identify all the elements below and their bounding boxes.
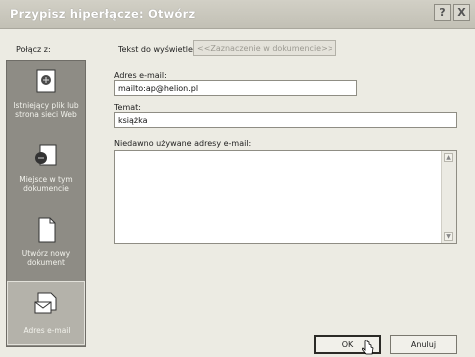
scroll-down-icon[interactable]: ▼ (444, 232, 453, 241)
email-address-icon (34, 292, 57, 314)
sidebar-item-label: Istniejący plik lub strona sieci Web (13, 101, 79, 119)
sidebar-item-label: Miejsce w tym dokumencie (19, 175, 73, 193)
email-label: Adres e-mail: (114, 71, 167, 80)
display-text-input[interactable] (193, 40, 336, 56)
sidebar-item-label: Adres e-mail (23, 326, 71, 335)
hyperlink-dialog: Przypisz hiperłącze: Otwórz ? X Połącz z… (0, 0, 475, 357)
sidebar-item-existing-file[interactable]: Istniejący plik lub strona sieci Web (7, 63, 85, 131)
place-in-document-icon (35, 144, 57, 166)
sidebar-item-new-document[interactable]: Utwórz nowy dokument (7, 207, 85, 273)
sidebar-item-place-in-document[interactable]: Miejsce w tym dokumencie (7, 135, 85, 201)
sidebar-item-label: Utwórz nowy dokument (21, 249, 71, 267)
title-bar: Przypisz hiperłącze: Otwórz ? X (0, 0, 475, 29)
mouse-pointer-icon (362, 340, 374, 355)
scroll-up-icon[interactable]: ▲ (444, 153, 453, 162)
recent-emails-label: Niedawno używane adresy e-mail: (114, 139, 252, 148)
link-to-label: Połącz z: (16, 45, 51, 54)
recent-emails-list[interactable]: ▲ ▼ (114, 150, 457, 244)
link-type-sidebar: Istniejący plik lub strona sieci Web Mie… (6, 60, 86, 347)
help-button[interactable]: ? (434, 4, 451, 21)
existing-file-icon (36, 69, 56, 93)
email-field[interactable] (114, 80, 357, 96)
new-document-icon (38, 217, 56, 243)
sidebar-item-email-address[interactable]: Adres e-mail (7, 281, 85, 345)
subject-field[interactable] (114, 112, 457, 128)
recent-emails-scrollbar[interactable]: ▲ ▼ (441, 151, 456, 243)
subject-label: Temat: (114, 103, 141, 112)
cancel-button[interactable]: Anuluj (390, 335, 457, 354)
close-button[interactable]: X (453, 4, 470, 21)
dialog-title: Przypisz hiperłącze: Otwórz (10, 7, 196, 21)
